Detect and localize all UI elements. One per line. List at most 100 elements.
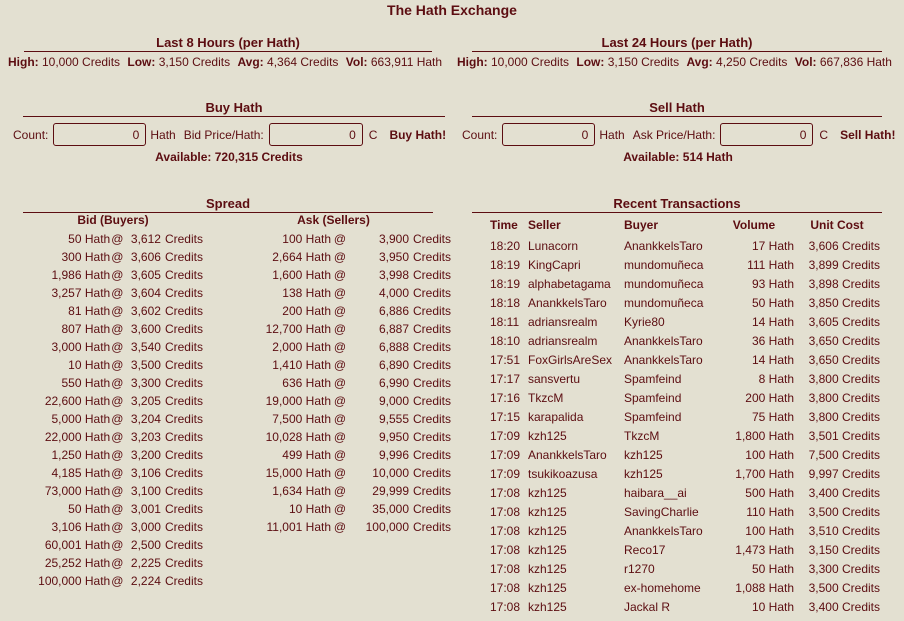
last24-low-label: Low: <box>576 55 605 69</box>
ask-row: 2,000 Hath @6,888 Credits <box>251 338 461 356</box>
sell-available: Available: 514 Hath <box>623 150 733 164</box>
tx-unit-cost: 3,800 Credits <box>808 371 880 386</box>
bid-row: 4,185 Hath @3,106 Credits <box>23 464 203 482</box>
table-row: 17:09 AnankkelsTaro kzh125 100 Hath 7,500 Cr… <box>490 445 880 464</box>
tx-volume: 500 Hath <box>745 485 794 500</box>
bid-amount: 3,257 Hath <box>51 286 111 300</box>
ask-amount: 1,600 Hath <box>272 268 331 282</box>
last8-low-value: 3,150 Credits <box>158 55 231 69</box>
credits-unit: Credits <box>413 376 452 390</box>
ask-price: 6,887 <box>378 322 409 336</box>
bid-row: 25,252 Hath @2,225 Credits <box>23 554 203 572</box>
credits-unit: Credits <box>164 466 203 480</box>
bid-row: 3,106 Hath @3,000 Credits <box>23 518 203 536</box>
credits-unit: Credits <box>413 268 452 282</box>
last24-avg-value: 4,250 Credits <box>716 55 788 69</box>
tx-time: 18:11 <box>490 314 520 329</box>
at-sign: @ <box>111 322 124 336</box>
at-sign: @ <box>111 466 124 480</box>
bid-column: Bid (Buyers) 50 Hath @3,612 Credits 300 Hat… <box>23 210 203 590</box>
bid-row: 50 Hath @3,612 Credits <box>23 230 203 248</box>
buy-hath-button[interactable]: Buy Hath! <box>389 128 446 142</box>
last24-vol-label: Vol: <box>794 55 817 69</box>
tx-volume: 36 Hath <box>751 333 794 348</box>
tx-buyer: ex-homehome <box>624 580 701 595</box>
sell-price-label: Ask Price/Hath: <box>632 127 716 142</box>
tx-time: 18:20 <box>490 238 521 253</box>
sell-count-label: Count: <box>462 127 498 142</box>
tx-volume: 8 Hath <box>758 371 794 386</box>
sell-hath-button[interactable]: Sell Hath! <box>840 128 895 142</box>
tx-buyer: AnankkelsTaro <box>624 333 703 348</box>
buy-count-input[interactable] <box>53 123 147 146</box>
ask-column: Ask (Sellers) 100 Hath @3,900 Credits 2,664… <box>251 210 461 536</box>
credits-unit: Credits <box>413 304 452 318</box>
last24-low-value: 3,150 Credits <box>607 55 680 69</box>
credits-unit: Credits <box>413 448 452 462</box>
tx-seller: kzh125 <box>528 561 567 576</box>
at-sign: @ <box>333 250 347 264</box>
credits-unit: Credits <box>413 484 452 498</box>
tx-buyer: mundomuñeca <box>624 276 704 291</box>
buy-heading: Buy Hath <box>23 100 445 117</box>
sell-count-input[interactable] <box>502 123 596 146</box>
credits-unit: Credits <box>164 358 203 372</box>
tx-seller: KingCapri <box>528 257 581 272</box>
bid-amount: 807 Hath <box>61 322 111 336</box>
at-sign: @ <box>333 484 347 498</box>
credits-unit: Credits <box>164 376 203 390</box>
tx-time: 18:19 <box>490 276 521 291</box>
col-unit-cost: Unit Cost <box>810 218 864 232</box>
table-row: 17:17 sansvertu Spamfeind 8 Hath 3,800 Credi… <box>490 369 880 388</box>
at-sign: @ <box>333 466 347 480</box>
bid-amount: 22,600 Hath <box>44 394 111 408</box>
bid-price: 3,606 <box>130 250 161 264</box>
table-row: 18:18 AnankkelsTaro mundomuñeca 50 Hath 3,85… <box>490 293 880 312</box>
bid-price: 3,500 <box>130 358 161 372</box>
bid-price: 3,205 <box>130 394 161 408</box>
tx-seller: kzh125 <box>528 428 567 443</box>
credits-unit: Credits <box>164 394 203 408</box>
table-row: 17:51 FoxGirlsAreSex AnankkelsTaro 14 Hath 3… <box>490 350 880 369</box>
buy-form-row: Count: Hath Bid Price/Hath: C Buy Hath! <box>13 123 446 146</box>
sell-price-input[interactable] <box>720 123 814 146</box>
at-sign: @ <box>333 430 347 444</box>
tx-unit-cost: 3,899 Credits <box>808 257 880 272</box>
bid-row: 73,000 Hath @3,100 Credits <box>23 482 203 500</box>
bid-price: 3,001 <box>130 502 161 516</box>
tx-volume: 14 Hath <box>751 314 794 329</box>
bid-price: 3,612 <box>130 232 161 246</box>
tx-volume: 100 Hath <box>745 447 794 462</box>
tx-seller: kzh125 <box>528 580 567 595</box>
credits-unit: Credits <box>413 502 452 516</box>
ask-row: 19,000 Hath @9,000 Credits <box>251 392 461 410</box>
credits-unit: Credits <box>413 520 452 534</box>
tx-volume: 93 Hath <box>751 276 794 291</box>
bid-amount: 3,000 Hath <box>51 340 111 354</box>
credits-unit: Credits <box>164 340 203 354</box>
tx-buyer: TkzcM <box>624 428 660 443</box>
at-sign: @ <box>111 430 124 444</box>
col-buyer: Buyer <box>624 218 659 232</box>
ask-amount: 200 Hath <box>282 304 331 318</box>
bid-price: 2,500 <box>130 538 161 552</box>
last8-vol-label: Vol: <box>345 55 368 69</box>
tx-unit-cost: 3,850 Credits <box>808 295 880 310</box>
tx-buyer: Spamfeind <box>624 371 682 386</box>
buy-price-input[interactable] <box>268 123 363 146</box>
last24-heading: Last 24 Hours (per Hath) <box>472 35 882 52</box>
table-row: 17:15 karapalida Spamfeind 75 Hath 3,800 Cre… <box>490 407 880 426</box>
bid-amount: 25,252 Hath <box>44 556 111 570</box>
credits-unit: Credits <box>413 466 452 480</box>
ask-amount: 1,634 Hath <box>272 484 331 498</box>
ask-row: 100 Hath @3,900 Credits <box>251 230 461 248</box>
credits-unit: Credits <box>164 556 203 570</box>
table-row: 17:08 kzh125 AnankkelsTaro 100 Hath 3,510 Cr… <box>490 521 880 540</box>
bid-row: 22,000 Hath @3,203 Credits <box>23 428 203 446</box>
bid-row: 550 Hath @3,300 Credits <box>23 374 203 392</box>
credits-unit: Credits <box>164 484 203 498</box>
tx-volume: 50 Hath <box>751 295 794 310</box>
sell-count-unit: Hath <box>599 127 625 142</box>
tx-seller: kzh125 <box>528 542 567 557</box>
at-sign: @ <box>111 448 124 462</box>
